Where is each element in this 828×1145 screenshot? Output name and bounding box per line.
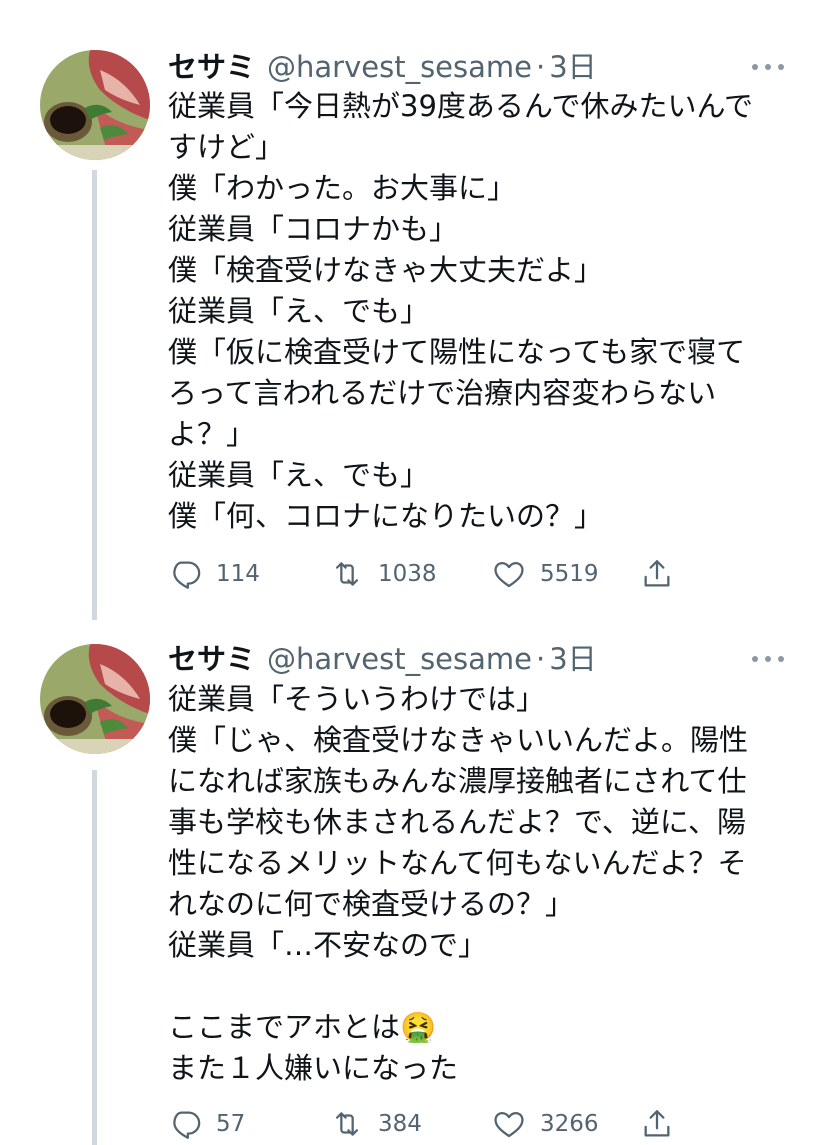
reply-icon — [173, 561, 201, 589]
tweet[interactable]: セサミ @harvest_sesame · 3日 従業員「そういうわけでは」 僕… — [0, 620, 828, 1145]
tweet-line: 従業員「今日熱が39度あるんで休みたいんで — [168, 89, 754, 123]
more-icon[interactable] — [752, 62, 784, 72]
avatar[interactable] — [40, 644, 150, 754]
like-count: 5519 — [540, 561, 599, 587]
tweet-line: 従業員「…不安なので」 — [168, 928, 488, 962]
tweet-text: 従業員「そういうわけでは」 僕「じゃ、検査受けなきゃいいんだよ。陽性 になれば家… — [168, 679, 798, 1089]
tweet-line: 従業員「え、でも」 — [168, 294, 430, 328]
timestamp[interactable]: 3日 — [549, 44, 596, 86]
avatar[interactable] — [40, 50, 150, 160]
like-icon — [494, 561, 524, 588]
avatar-image — [40, 50, 150, 160]
retweet-button[interactable]: 1038 — [330, 557, 492, 591]
tweet-line: れなのに何で検査受けるの？」 — [168, 887, 575, 921]
like-count: 3266 — [540, 1111, 599, 1137]
tweet-line: また１人嫌いになった — [168, 1051, 459, 1085]
tweet-text: 従業員「今日熱が39度あるんで休みたいんで すけど」 僕「わかった。お大事に」 … — [168, 86, 798, 537]
retweet-icon — [335, 1112, 359, 1136]
retweet-count: 384 — [378, 1111, 422, 1137]
reply-icon — [173, 1111, 201, 1139]
thread-line — [92, 170, 97, 620]
like-button[interactable]: 5519 — [492, 557, 640, 591]
separator: · — [536, 50, 546, 84]
display-name[interactable]: セサミ — [168, 44, 255, 86]
action-bar: 114 1038 5519 — [168, 554, 728, 594]
retweet-count: 1038 — [378, 561, 437, 587]
tweet-header: セサミ @harvest_sesame · 3日 — [168, 44, 597, 84]
tweet-line: 性になるメリットなんて何もないんだよ？そ — [168, 846, 747, 880]
thread-line — [92, 770, 97, 1145]
share-button[interactable] — [640, 557, 674, 591]
more-icon[interactable] — [752, 654, 784, 664]
tweet-line: すけど」 — [168, 130, 285, 164]
tweet-line: 僕「何、コロナになりたいの？」 — [168, 499, 604, 533]
tweet-line: 従業員「そういうわけでは」 — [168, 682, 546, 716]
share-icon — [644, 560, 670, 587]
tweet-line: 僕「仮に検査受けて陽性になっても家で寝て — [168, 335, 746, 369]
share-icon — [644, 1110, 670, 1137]
retweet-icon — [335, 562, 359, 586]
avatar-image — [40, 644, 150, 754]
tweet-line: ろって言われるだけで治療内容変わらない — [168, 376, 717, 410]
reply-button[interactable]: 114 — [168, 557, 330, 591]
retweet-button[interactable]: 384 — [330, 1107, 492, 1141]
tweet-line: ここまでアホとは🤮 — [168, 1010, 437, 1044]
timestamp[interactable]: 3日 — [549, 636, 596, 678]
like-icon — [494, 1111, 524, 1138]
tweet-header: セサミ @harvest_sesame · 3日 — [168, 636, 597, 676]
tweet-line: 僕「じゃ、検査受けなきゃいいんだよ。陽性 — [168, 723, 749, 757]
reply-count: 114 — [216, 561, 260, 587]
display-name[interactable]: セサミ — [168, 636, 255, 678]
tweet-line: 従業員「え、でも」 — [168, 458, 430, 492]
tweet[interactable]: セサミ @harvest_sesame · 3日 従業員「今日熱が39度あるんで… — [0, 0, 828, 620]
action-bar: 57 384 3266 — [168, 1104, 728, 1144]
tweet-line: よ？」 — [168, 417, 256, 451]
tweet-line: 事も学校も休まされるんだよ？で、逆に、陽 — [168, 805, 746, 839]
reply-count: 57 — [216, 1111, 246, 1137]
tweet-line: になれば家族もみんな濃厚接触者にされて仕 — [168, 764, 747, 798]
user-handle[interactable]: @harvest_sesame — [267, 642, 532, 676]
like-button[interactable]: 3266 — [492, 1107, 640, 1141]
tweet-line: 僕「検査受けなきゃ大丈夫だよ」 — [168, 253, 604, 287]
reply-button[interactable]: 57 — [168, 1107, 330, 1141]
tweet-line: 僕「わかった。お大事に」 — [168, 171, 517, 205]
user-handle[interactable]: @harvest_sesame — [267, 50, 532, 84]
share-button[interactable] — [640, 1107, 674, 1141]
tweet-line: 従業員「コロナかも」 — [168, 212, 459, 246]
separator: · — [536, 642, 546, 676]
